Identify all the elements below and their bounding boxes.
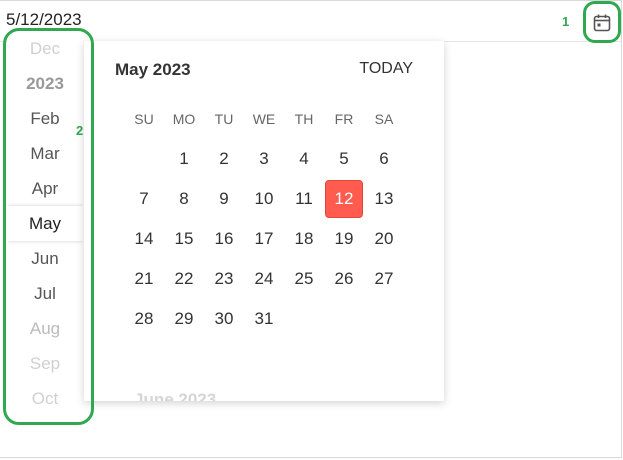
- month-item[interactable]: Aug: [7, 311, 83, 346]
- month-item[interactable]: Apr: [7, 171, 83, 206]
- day-cell[interactable]: 23: [204, 259, 244, 299]
- day-cell[interactable]: 26: [324, 259, 364, 299]
- next-month-title: June 2023: [134, 390, 217, 401]
- month-item[interactable]: Dec: [7, 40, 83, 66]
- weekday-header: WE: [252, 111, 276, 127]
- day-cell[interactable]: 29: [164, 299, 204, 339]
- day-cell[interactable]: 25: [284, 259, 324, 299]
- month-year-scroller[interactable]: Dec 2023 Feb Mar Apr May Jun Jul Aug Sep…: [7, 40, 83, 410]
- day-cell[interactable]: 20: [364, 219, 404, 259]
- weekday-header: TU: [214, 111, 234, 127]
- month-item[interactable]: Feb: [7, 101, 83, 136]
- month-item[interactable]: Jun: [7, 241, 83, 276]
- month-item[interactable]: Jul: [7, 276, 83, 311]
- empty-day-cell: [324, 299, 364, 339]
- date-input-row: 1: [0, 0, 621, 42]
- month-item-label: Jul: [34, 283, 56, 303]
- day-cell[interactable]: 9: [204, 179, 244, 219]
- day-cell[interactable]: 14: [124, 219, 164, 259]
- day-cell[interactable]: 1: [164, 139, 204, 179]
- day-cell[interactable]: 21: [124, 259, 164, 299]
- day-cell[interactable]: 10: [244, 179, 284, 219]
- day-cell[interactable]: 19: [324, 219, 364, 259]
- day-cell[interactable]: 31: [244, 299, 284, 339]
- day-cell[interactable]: 6: [364, 139, 404, 179]
- annotation-label-2: 2: [76, 123, 84, 138]
- year-item[interactable]: 2023: [7, 66, 83, 101]
- calendar-popup: May 2023 TODAY SU MO TU WE TH FR SA 1 2 3 4 5 6 7 8 9 10…: [84, 41, 444, 401]
- year-item-label: 2023: [26, 73, 64, 93]
- today-button[interactable]: TODAY: [359, 60, 413, 78]
- selected-day-cell[interactable]: 12: [325, 180, 363, 218]
- month-item-label: May: [28, 213, 62, 233]
- empty-day-cell: [364, 299, 404, 339]
- calendar-icon: [593, 14, 611, 32]
- day-cell[interactable]: 8: [164, 179, 204, 219]
- day-cell[interactable]: 15: [164, 219, 204, 259]
- day-cell[interactable]: 27: [364, 259, 404, 299]
- weekday-header: TH: [294, 111, 314, 127]
- month-item-label: Sep: [29, 353, 61, 373]
- month-item-label: Jun: [31, 248, 59, 268]
- day-cell[interactable]: 16: [204, 219, 244, 259]
- day-cell[interactable]: 2: [204, 139, 244, 179]
- month-item-selected[interactable]: May: [7, 206, 83, 241]
- month-item-label: Dec: [29, 40, 61, 58]
- month-item-label: Oct: [31, 388, 59, 408]
- calendar-grid: SU MO TU WE TH FR SA 1 2 3 4 5 6 7 8 9 10 11 12 13 14 15 16 17 1…: [124, 99, 404, 339]
- month-item-label: Aug: [29, 318, 61, 338]
- day-cell[interactable]: 22: [164, 259, 204, 299]
- date-input[interactable]: [0, 2, 540, 38]
- day-cell[interactable]: 3: [244, 139, 284, 179]
- day-cell[interactable]: 5: [324, 139, 364, 179]
- day-cell[interactable]: 18: [284, 219, 324, 259]
- weekday-header: FR: [334, 111, 354, 127]
- month-item[interactable]: Oct: [7, 381, 83, 410]
- day-cell[interactable]: 11: [284, 179, 324, 219]
- month-item[interactable]: Sep: [7, 346, 83, 381]
- day-cell[interactable]: 28: [124, 299, 164, 339]
- day-cell[interactable]: 4: [284, 139, 324, 179]
- day-cell[interactable]: 24: [244, 259, 284, 299]
- month-item[interactable]: Mar: [7, 136, 83, 171]
- weekday-header: SA: [374, 111, 394, 127]
- weekday-header: MO: [172, 111, 196, 127]
- month-item-label: Apr: [31, 178, 59, 198]
- month-item-label: Feb: [30, 108, 60, 128]
- day-cell[interactable]: 17: [244, 219, 284, 259]
- day-cell[interactable]: 30: [204, 299, 244, 339]
- empty-day-cell: [124, 139, 164, 179]
- weekday-header: SU: [134, 111, 154, 127]
- annotation-label-1: 1: [562, 14, 570, 29]
- calendar-month-title: May 2023: [115, 60, 191, 79]
- month-item-label: Mar: [30, 143, 60, 163]
- calendar-toggle-button[interactable]: [588, 9, 616, 37]
- day-cell[interactable]: 7: [124, 179, 164, 219]
- empty-day-cell: [284, 299, 324, 339]
- day-cell[interactable]: 13: [364, 179, 404, 219]
